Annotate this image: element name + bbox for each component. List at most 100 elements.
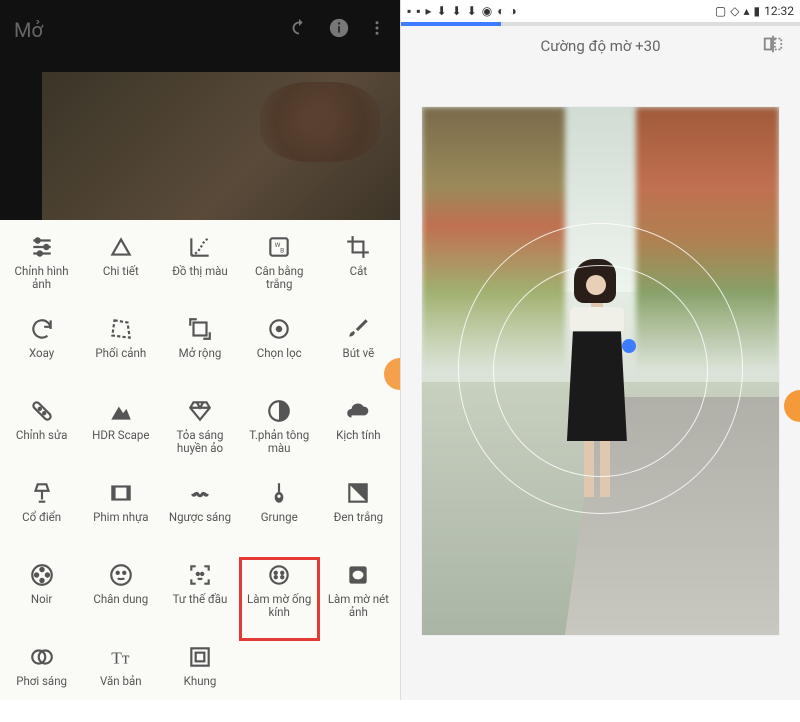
tool-label: Cân bằng trắng [243, 265, 315, 290]
mountain-icon [108, 398, 134, 424]
left-dimmed-area: Mở [0, 0, 400, 220]
person-leg [584, 441, 594, 497]
blur-header: Cường độ mờ +30 [401, 26, 800, 66]
tool-label: Tư thế đầu [173, 593, 228, 606]
tool-double-exposure[interactable]: Phơi sáng [2, 640, 81, 722]
circle-icon: ◐ [497, 4, 504, 18]
tool-label: Làm mờ nét ảnh [322, 593, 394, 618]
photo-person [551, 265, 644, 561]
tool-noir[interactable]: Noir [2, 558, 81, 640]
tool-label: Đồ thị màu [172, 265, 228, 278]
tool-label: Kịch tính [336, 429, 381, 442]
face-icon [108, 562, 134, 588]
cloud-icon [345, 398, 371, 424]
sliders-icon [29, 234, 55, 260]
tool-label: Ngược sáng [169, 511, 231, 524]
edit-canvas[interactable] [421, 106, 780, 636]
tool-label: Chọn lọc [257, 347, 302, 360]
tool-perspective[interactable]: Phối cảnh [81, 312, 160, 394]
tool-label: Văn bản [100, 675, 142, 688]
tool-label: Bút vẽ [343, 347, 375, 360]
fab-button-right[interactable] [784, 390, 800, 422]
tool-tonal[interactable]: T.phản tông màu [240, 394, 319, 476]
video-icon: ▪ [416, 4, 420, 18]
overlap-icon [29, 644, 55, 670]
info-icon[interactable] [328, 17, 350, 43]
person-leg [600, 441, 610, 497]
tool-label: Chân dung [93, 593, 148, 606]
guitar-icon [266, 480, 292, 506]
bw-square-icon [345, 480, 371, 506]
tool-tune[interactable]: Chỉnh hình ảnh [2, 230, 81, 312]
tool-vignette[interactable]: Làm mờ nét ảnh [319, 558, 398, 640]
blur-intensity-label: Cường độ mờ +30 [540, 37, 660, 55]
tool-grunge[interactable]: Grunge [240, 476, 319, 558]
reel-icon [29, 562, 55, 588]
target-icon [266, 316, 292, 342]
tool-lensblur[interactable]: Làm mờ ống kính [240, 558, 319, 640]
tool-hdr[interactable]: HDR Scape [81, 394, 160, 476]
tool-label: Tỏa sáng huyền ảo [164, 429, 236, 454]
wifi-icon: ◇ [730, 4, 739, 18]
circle-icon: ◉ [482, 4, 492, 18]
text-icon: Tᴛ [108, 644, 134, 670]
tool-healing[interactable]: Chỉnh sửa [2, 394, 81, 476]
tool-label: Cổ điển [22, 511, 61, 524]
tool-drama[interactable]: Kịch tính [319, 394, 398, 476]
person-legs [551, 441, 644, 497]
svg-text:B: B [280, 246, 284, 254]
tool-glamour[interactable]: Tỏa sáng huyền ảo [160, 394, 239, 476]
tool-rotate[interactable]: Xoay [2, 312, 81, 394]
bandage-icon [29, 398, 55, 424]
tool-headpose[interactable]: Tư thế đầu [160, 558, 239, 640]
facebook-icon: ▪ [407, 4, 411, 18]
lamp-icon [29, 480, 55, 506]
crop-icon [345, 234, 371, 260]
photo-foliage-left [422, 107, 565, 371]
clock: 12:32 [764, 4, 794, 18]
tool-selective[interactable]: Chọn lọc [240, 312, 319, 394]
tool-retrolux[interactable]: Ngược sáng [160, 476, 239, 558]
tool-label: Khung [184, 675, 217, 688]
tool-label: Mở rộng [179, 347, 222, 360]
tool-bw[interactable]: Đen trắng [319, 476, 398, 558]
person-top [570, 307, 624, 331]
lens-blur-icon [266, 562, 292, 588]
face-bracket-icon [187, 562, 213, 588]
tool-label: Đen trắng [334, 511, 384, 524]
film-icon [108, 480, 134, 506]
tool-label: Phơi sáng [16, 675, 67, 688]
triangle-icon [108, 234, 134, 260]
tool-grainy-film[interactable]: Phim nhựa [81, 476, 160, 558]
tool-label: Cắt [350, 265, 368, 278]
tool-curves[interactable]: Đồ thị màu [160, 230, 239, 312]
frame-icon [187, 644, 213, 670]
tool-expand[interactable]: Mở rộng [160, 312, 239, 394]
tool-portrait[interactable]: Chân dung [81, 558, 160, 640]
tool-whitebalance[interactable]: WBCân bằng trắng [240, 230, 319, 312]
perspective-icon [108, 316, 134, 342]
mustache-icon [187, 480, 213, 506]
download-icon: ⬇ [467, 4, 477, 18]
tool-frame[interactable]: Khung [160, 640, 239, 722]
cast-icon: ▢ [715, 4, 726, 18]
header-actions [288, 17, 386, 43]
vignette-icon [345, 562, 371, 588]
rotate-icon [29, 316, 55, 342]
youtube-icon: ▸ [426, 4, 432, 18]
tool-text[interactable]: Tᴛ Văn bản [81, 640, 160, 722]
edit-history-icon[interactable] [288, 17, 310, 43]
tool-vintage[interactable]: Cổ điển [2, 476, 81, 558]
signal-icon: ▴ [743, 4, 749, 18]
flip-icon[interactable] [762, 33, 784, 59]
person-dress [567, 331, 627, 441]
left-screen: Mở Chỉnh hình ảnh Chi tiết Đồ thị màu WB… [0, 0, 400, 700]
tool-details[interactable]: Chi tiết [81, 230, 160, 312]
more-icon[interactable] [368, 17, 386, 43]
tool-label: Chỉnh hình ảnh [6, 265, 78, 290]
svg-text:Tᴛ: Tᴛ [111, 649, 130, 668]
tool-crop[interactable]: Cắt [319, 230, 398, 312]
status-right-icons: ▢ ◇ ▴ ▮ 12:32 [715, 4, 794, 18]
expand-icon [187, 316, 213, 342]
tool-label: Chi tiết [103, 265, 139, 278]
